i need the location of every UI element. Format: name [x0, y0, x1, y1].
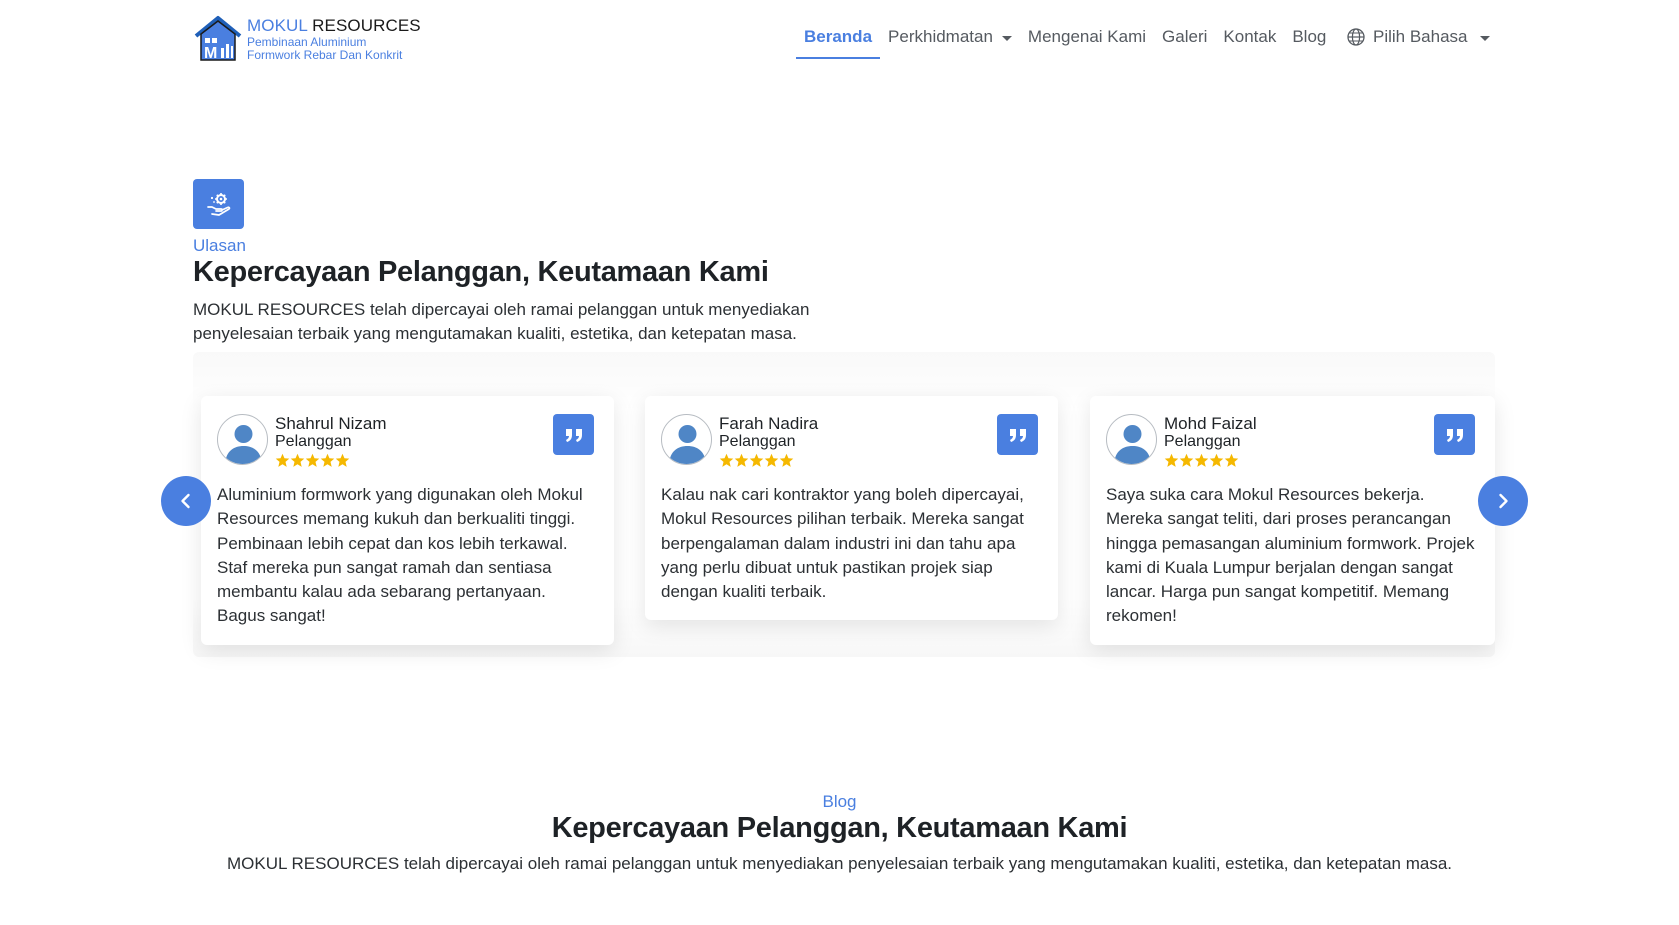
brand-name-part1: MOKUL — [247, 16, 308, 35]
chevron-right-icon — [1499, 493, 1508, 509]
star-rating — [275, 453, 387, 468]
star-icon — [290, 453, 305, 467]
caret-down-icon — [1001, 35, 1012, 41]
star-icon — [335, 453, 350, 467]
nav-item-label: Mengenai Kami — [1027, 27, 1147, 46]
hand-gear-icon — [193, 179, 244, 229]
svg-text:M: M — [204, 45, 217, 62]
star-rating — [719, 453, 818, 468]
blog-description: MOKUL RESOURCES telah dipercayai oleh ra… — [226, 854, 1452, 873]
quote-icon — [553, 414, 594, 455]
blog-title: Kepercayaan Pelanggan, Keutamaan Kami — [551, 812, 1128, 844]
nav-item-galeri[interactable]: Galeri — [1154, 0, 1215, 74]
chevron-left-icon — [181, 493, 190, 509]
star-icon — [320, 453, 335, 467]
carousel-next-button[interactable] — [1478, 476, 1528, 526]
navbar: M MOKUL RESOURCES Pembinaan Aluminium Fo… — [0, 0, 1679, 74]
review-text: Aluminium formwork yang digunakan oleh M… — [217, 485, 583, 626]
star-icon — [1179, 453, 1194, 467]
section-kicker: Ulasan — [193, 236, 246, 255]
review-card: Shahrul Nizam Pelanggan Aluminium formwo… — [201, 396, 614, 645]
nav-item-label: Blog — [1292, 27, 1327, 46]
carousel-prev-button[interactable] — [161, 476, 211, 526]
brand-name: MOKUL RESOURCES — [247, 16, 421, 36]
reviewer-role: Pelanggan — [275, 433, 352, 450]
star-icon — [719, 453, 734, 467]
review-card-header: Farah Nadira Pelanggan — [661, 414, 1042, 468]
review-card-header: Shahrul Nizam Pelanggan — [217, 414, 598, 468]
star-icon — [305, 453, 320, 467]
reviewer-name: Farah Nadira — [719, 414, 819, 433]
nav-item-label: Galeri — [1162, 27, 1208, 46]
reviewer-info: Farah Nadira Pelanggan — [719, 414, 818, 468]
star-icon — [749, 453, 764, 467]
avatar — [217, 414, 268, 465]
nav-item-perkhidmatan-dropdown[interactable]: Perkhidmatan — [880, 0, 1020, 74]
nav-item-label: Kontak — [1223, 27, 1277, 46]
reviewer-name: Mohd Faizal — [1164, 414, 1257, 433]
star-rating — [1164, 453, 1257, 468]
reviewer-name: Shahrul Nizam — [275, 414, 387, 433]
review-card: Farah Nadira Pelanggan Kalau nak cari ko… — [645, 396, 1058, 621]
blog-kicker: Blog — [822, 792, 857, 811]
reviewer-role: Pelanggan — [1164, 433, 1241, 450]
section-description: MOKUL RESOURCES telah dipercayai oleh ra… — [193, 300, 810, 343]
avatar — [661, 414, 712, 465]
review-card-header: Mohd Faizal Pelanggan — [1106, 414, 1479, 468]
brand-logo-link[interactable]: M MOKUL RESOURCES Pembinaan Aluminium Fo… — [193, 14, 421, 64]
star-icon — [1224, 453, 1239, 467]
reviewer-info: Shahrul Nizam Pelanggan — [275, 414, 387, 468]
nav-item-label: Beranda — [804, 27, 873, 46]
star-icon — [734, 453, 749, 467]
brand-text: MOKUL RESOURCES Pembinaan Aluminium Form… — [247, 16, 421, 62]
brand-tagline-line2: Formwork Rebar Dan Konkrit — [247, 48, 403, 62]
star-icon — [779, 453, 794, 467]
main-nav: Beranda Perkhidmatan Mengenai Kami Galer… — [796, 0, 1334, 74]
nav-item-kontak[interactable]: Kontak — [1215, 0, 1284, 74]
globe-icon — [1347, 28, 1365, 46]
review-card: Mohd Faizal Pelanggan Saya suka cara Mok… — [1090, 396, 1495, 645]
language-selector[interactable]: Pilih Bahasa — [1347, 0, 1490, 74]
caret-down-icon — [1479, 35, 1490, 41]
avatar — [1106, 414, 1157, 465]
reviewer-role: Pelanggan — [719, 433, 796, 450]
reviewer-info: Mohd Faizal Pelanggan — [1164, 414, 1257, 468]
house-logo-icon: M — [194, 16, 242, 62]
star-icon — [764, 453, 779, 467]
brand-name-part2: RESOURCES — [312, 16, 421, 35]
star-icon — [1164, 453, 1179, 467]
review-text: Saya suka cara Mokul Resources bekerja. … — [1106, 485, 1475, 626]
quote-icon — [997, 414, 1038, 455]
star-icon — [275, 453, 290, 467]
language-label: Pilih Bahasa — [1373, 27, 1468, 46]
quote-icon — [1434, 414, 1475, 455]
nav-item-beranda[interactable]: Beranda — [796, 0, 881, 74]
nav-item-blog[interactable]: Blog — [1284, 0, 1334, 74]
nav-item-label: Perkhidmatan — [888, 27, 993, 46]
star-icon — [1194, 453, 1209, 467]
star-icon — [1209, 453, 1224, 467]
nav-item-mengenai-kami[interactable]: Mengenai Kami — [1020, 0, 1154, 74]
review-text: Kalau nak cari kontraktor yang boleh dip… — [661, 485, 1024, 602]
section-title: Kepercayaan Pelanggan, Keutamaan Kami — [193, 256, 769, 288]
